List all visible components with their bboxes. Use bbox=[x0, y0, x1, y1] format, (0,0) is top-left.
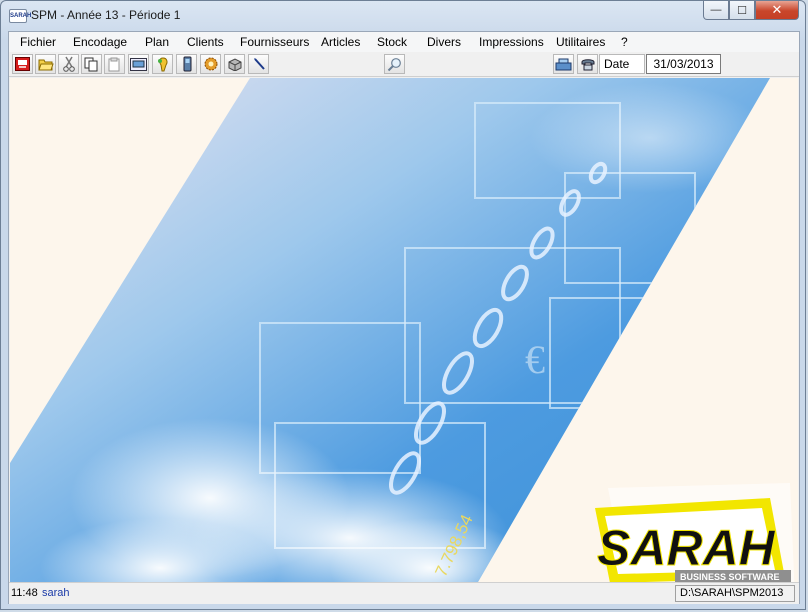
menu-divers[interactable]: Divers bbox=[427, 35, 461, 49]
search-button[interactable] bbox=[384, 54, 405, 74]
client-area: Fichier Encodage Plan Clients Fournisseu… bbox=[8, 31, 800, 604]
mobile-icon bbox=[183, 56, 191, 72]
menu-utilitaires[interactable]: Utilitaires bbox=[556, 35, 605, 49]
date-field[interactable]: 31/03/2013 bbox=[646, 54, 721, 74]
menu-plan[interactable]: Plan bbox=[145, 35, 169, 49]
mobile-button[interactable] bbox=[176, 54, 197, 74]
close-icon: ✕ bbox=[771, 2, 783, 17]
exit-button[interactable] bbox=[12, 54, 33, 74]
menu-impressions[interactable]: Impressions bbox=[479, 35, 544, 49]
mail-icon bbox=[130, 57, 147, 71]
menu-encodage[interactable]: Encodage bbox=[73, 35, 127, 49]
menu-clients[interactable]: Clients bbox=[187, 35, 224, 49]
status-bar: 11:48 sarah D:\SARAH\SPM2013 bbox=[9, 582, 799, 604]
maximize-icon: ☐ bbox=[737, 4, 747, 17]
settings-button[interactable] bbox=[200, 54, 221, 74]
application-window: SARAH SPM - Année 13 - Période 1 — ☐ ✕ F… bbox=[0, 0, 806, 610]
settings-gear-icon bbox=[204, 57, 217, 71]
window-controls: — ☐ ✕ bbox=[703, 1, 799, 21]
close-button[interactable]: ✕ bbox=[755, 1, 799, 20]
paste-button[interactable] bbox=[104, 54, 125, 74]
date-label: Date bbox=[599, 54, 645, 74]
menu-help[interactable]: ? bbox=[621, 35, 628, 49]
maximize-button[interactable]: ☐ bbox=[729, 1, 755, 20]
sarah-app-icon[interactable]: SARAH bbox=[9, 9, 31, 23]
box-icon bbox=[228, 58, 241, 71]
dummy-button[interactable] bbox=[152, 54, 173, 74]
mail-button[interactable] bbox=[128, 54, 149, 74]
logo-sub-text: BUSINESS SOFTWARE bbox=[680, 572, 780, 582]
copy-icon bbox=[84, 57, 98, 71]
cash-register-icon bbox=[555, 58, 572, 71]
minimize-button[interactable]: — bbox=[703, 1, 729, 20]
open-button[interactable] bbox=[35, 54, 56, 74]
status-time: 11:48 bbox=[11, 587, 38, 599]
cut-icon bbox=[62, 56, 75, 72]
menu-stock[interactable]: Stock bbox=[377, 35, 407, 49]
phone-button[interactable] bbox=[577, 54, 598, 74]
title-bar[interactable]: SARAH SPM - Année 13 - Période 1 — ☐ ✕ bbox=[1, 1, 805, 31]
menu-fichier[interactable]: Fichier bbox=[20, 35, 56, 49]
box-button[interactable] bbox=[224, 54, 245, 74]
pen-button[interactable] bbox=[248, 54, 269, 74]
pen-icon bbox=[253, 58, 265, 70]
splash-background: € 7.798,54 SARAH BUSINESS SOFTWARE bbox=[10, 78, 798, 582]
exit-icon bbox=[15, 57, 30, 71]
minimize-icon: — bbox=[710, 4, 722, 16]
cut-button[interactable] bbox=[58, 54, 79, 74]
paste-icon bbox=[108, 57, 120, 71]
open-folder-icon bbox=[37, 59, 54, 71]
dummy-icon bbox=[157, 56, 167, 71]
copy-button[interactable] bbox=[81, 54, 102, 74]
logo-main-text: SARAH bbox=[597, 520, 776, 576]
menu-articles[interactable]: Articles bbox=[321, 35, 360, 49]
watermark-euro: € bbox=[525, 337, 545, 382]
menu-fournisseurs[interactable]: Fournisseurs bbox=[240, 35, 309, 49]
toolbar: Date 31/03/2013 bbox=[9, 52, 799, 77]
phone-icon bbox=[581, 59, 594, 71]
status-user: sarah bbox=[42, 587, 70, 599]
cash-register-button[interactable] bbox=[553, 54, 574, 74]
splash-artwork: € 7.798,54 SARAH BUSINESS SOFTWARE bbox=[10, 78, 795, 582]
window-title: SPM - Année 13 - Période 1 bbox=[31, 8, 181, 22]
sarah-logo: SARAH BUSINESS SOFTWARE bbox=[595, 483, 795, 582]
menu-bar: Fichier Encodage Plan Clients Fournisseu… bbox=[9, 32, 799, 52]
search-icon bbox=[387, 57, 401, 71]
status-path: D:\SARAH\SPM2013 bbox=[675, 585, 795, 602]
